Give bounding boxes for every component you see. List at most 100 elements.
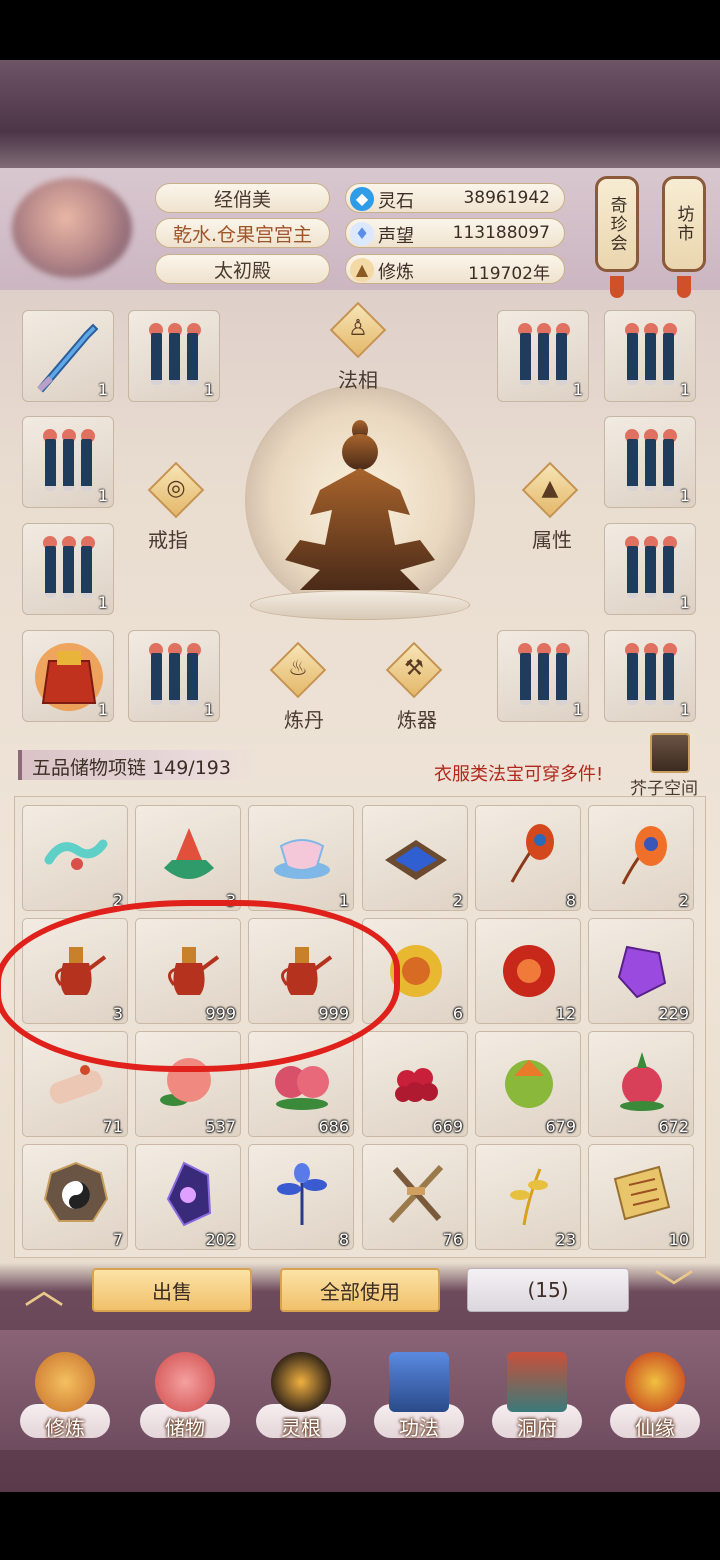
nav-technique[interactable]: 功法 [374, 1352, 464, 1448]
item-count: 8 [565, 891, 576, 910]
inventory-item[interactable]: 7 [22, 1144, 128, 1250]
equip-slot-robe[interactable]: 1 [22, 523, 114, 615]
inventory-item[interactable]: 672 [588, 1031, 694, 1137]
teacup-icon [274, 839, 330, 879]
robe-icon [625, 643, 677, 709]
inventory-item[interactable]: 2 [588, 805, 694, 911]
equip-slot-robe[interactable]: 1 [604, 310, 696, 402]
green-fruit-icon [505, 1060, 553, 1108]
robe-icon [149, 323, 201, 389]
red-orb-icon [503, 945, 555, 997]
use-all-button[interactable]: 全部使用 [280, 1268, 440, 1312]
stat-value: 113188097 [452, 223, 550, 243]
forge-button[interactable]: ⚒ [384, 640, 444, 700]
inventory-item[interactable]: 3 [135, 805, 241, 911]
market-button[interactable]: 坊市 [662, 176, 706, 272]
stat-spirit-stone: ◆ 灵石 38961942 [345, 183, 565, 213]
inventory-item[interactable]: 76 [362, 1144, 468, 1250]
nav-cultivation[interactable]: 修炼 [20, 1352, 110, 1448]
equip-slot-robe[interactable]: 1 [604, 630, 696, 722]
storage-bag-icon [155, 1352, 215, 1412]
alchemy-button[interactable]: ♨ [268, 640, 328, 700]
item-count: 8 [338, 1230, 349, 1249]
blue-powder-icon [385, 840, 447, 880]
inventory-item[interactable]: 669 [362, 1031, 468, 1137]
item-count: 1 [97, 593, 108, 612]
nav-cave-mansion[interactable]: 洞府 [492, 1352, 582, 1448]
equip-slot-robe[interactable]: 1 [128, 310, 220, 402]
equip-slot-robe[interactable]: 1 [604, 416, 696, 508]
stat-label: 声望 [378, 226, 414, 247]
inventory-item[interactable]: 23 [475, 1144, 581, 1250]
nav-spirit-root[interactable]: 灵根 [256, 1352, 346, 1448]
inventory-item[interactable]: 10 [588, 1144, 694, 1250]
inventory-item[interactable]: 12 [475, 918, 581, 1024]
page-count[interactable]: (15) [467, 1268, 629, 1312]
nav-immortal-fate[interactable]: 仙缘 [610, 1352, 700, 1448]
prestige-crystal-icon: ♦ [350, 222, 374, 246]
page-down-icon[interactable]: ﹀ [644, 1270, 704, 1310]
inventory-item[interactable]: 8 [248, 1144, 354, 1250]
item-count: 679 [545, 1117, 576, 1136]
item-count: 669 [432, 1117, 463, 1136]
nav-label: 修炼 [45, 1416, 85, 1440]
equip-slot-weapon[interactable]: 1 [22, 310, 114, 402]
storage-title: 五品储物项链 149/193 [32, 757, 231, 779]
storage-header: 五品储物项链 149/193 [18, 750, 258, 780]
lotus-lamp-icon [164, 828, 214, 879]
item-count: 76 [442, 1230, 463, 1249]
inventory-item[interactable]: 8 [475, 805, 581, 911]
page-up-icon[interactable]: ︿ [14, 1270, 74, 1310]
inventory-item[interactable]: 229 [588, 918, 694, 1024]
inventory-item[interactable]: 679 [475, 1031, 581, 1137]
immortal-fate-icon [625, 1352, 685, 1412]
treasure-pavilion-button[interactable]: 奇珍会 [595, 176, 639, 272]
item-count: 1 [679, 486, 690, 505]
stat-label: 修炼 [378, 262, 414, 283]
inventory-item[interactable]: 1 [248, 805, 354, 911]
stat-cultivation: ▲ 修炼 119702年 [345, 254, 565, 284]
sell-button[interactable]: 出售 [92, 1268, 252, 1312]
robe-icon [625, 536, 677, 602]
peacock-feather-icon [510, 824, 554, 883]
system-bar [0, 1492, 720, 1560]
spirit-root-icon [271, 1352, 331, 1412]
equip-slot-robe[interactable]: 1 [497, 630, 589, 722]
nav-storage[interactable]: 储物 [140, 1352, 230, 1448]
anvil-icon: ⚒ [404, 656, 424, 681]
robe-icon [518, 323, 570, 389]
equip-slot-armor[interactable]: 1 [22, 630, 114, 722]
nav-label: 灵根 [281, 1416, 321, 1440]
item-count: 1 [97, 486, 108, 505]
meditating-figure-silhouette [285, 420, 435, 590]
item-count: 12 [555, 1004, 576, 1023]
red-circle-annotation [0, 900, 400, 1072]
equip-slot-robe[interactable]: 1 [604, 523, 696, 615]
ring-button[interactable]: ◎ [146, 460, 206, 520]
equip-slot-robe[interactable]: 1 [497, 310, 589, 402]
player-title: 乾水.仓果宫宫主 [155, 218, 330, 248]
fire-feather-icon [621, 826, 667, 885]
inventory-item[interactable]: 2 [362, 805, 468, 911]
equip-slot-robe[interactable]: 1 [128, 630, 220, 722]
status-bar [0, 0, 720, 60]
inventory-item[interactable]: 2 [22, 805, 128, 911]
storage-notice: 衣服类法宝可穿多件! [434, 764, 604, 785]
mustard-space-icon[interactable] [650, 733, 690, 773]
avatar[interactable] [12, 178, 132, 278]
item-count: 1 [572, 380, 583, 399]
item-count: 672 [658, 1117, 689, 1136]
dharma-form-button[interactable]: ♙ [328, 300, 388, 360]
item-count: 229 [658, 1004, 689, 1023]
item-count: 1 [572, 700, 583, 719]
inventory-item[interactable]: 202 [135, 1144, 241, 1250]
item-count: 1 [97, 700, 108, 719]
item-count: 2 [678, 891, 689, 910]
technique-book-icon [389, 1352, 449, 1412]
item-count: 1 [203, 380, 214, 399]
item-count: 1 [679, 593, 690, 612]
nav-label: 仙缘 [635, 1416, 675, 1440]
cultivation-icon [35, 1352, 95, 1412]
equip-slot-robe[interactable]: 1 [22, 416, 114, 508]
attribute-button[interactable]: ▲ [520, 460, 580, 520]
